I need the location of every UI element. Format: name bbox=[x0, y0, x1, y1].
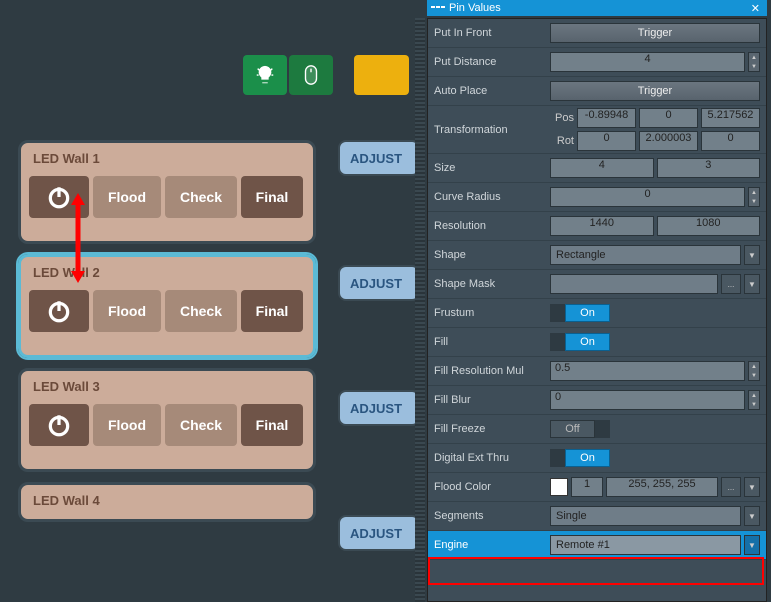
wall-card-2[interactable]: LED Wall 2 Flood Check Final bbox=[18, 254, 316, 358]
fill-blur-input[interactable]: 0 bbox=[550, 390, 745, 410]
power-button[interactable] bbox=[29, 176, 89, 218]
put-in-front-trigger[interactable]: Trigger bbox=[550, 23, 760, 43]
adjust-button-1[interactable]: ADJUST bbox=[338, 140, 420, 176]
power-icon bbox=[46, 298, 72, 324]
check-button[interactable]: Check bbox=[165, 404, 237, 446]
row-auto-place: Auto Place Trigger bbox=[428, 77, 766, 106]
res-w-input[interactable]: 1440 bbox=[550, 216, 654, 236]
row-put-in-front: Put In Front Trigger bbox=[428, 19, 766, 48]
row-size: Size 4 3 bbox=[428, 154, 766, 183]
row-segments: Segments Single ▼ bbox=[428, 502, 766, 531]
fill-toggle[interactable]: On bbox=[550, 333, 610, 351]
flood-button[interactable]: Flood bbox=[93, 176, 161, 218]
curve-radius-input[interactable]: 0 bbox=[550, 187, 745, 207]
yellow-tool-button[interactable] bbox=[354, 55, 409, 95]
pos-y-input[interactable]: 0 bbox=[639, 108, 698, 128]
rot-x-input[interactable]: 0 bbox=[577, 131, 636, 151]
rot-y-input[interactable]: 2.000003 bbox=[639, 131, 698, 151]
row-fill-freeze: Fill Freeze Off bbox=[428, 415, 766, 444]
power-icon bbox=[46, 184, 72, 210]
row-transformation: Transformation Pos -0.89948 0 5.217562 R… bbox=[428, 106, 766, 154]
chevron-down-icon[interactable]: ▼ bbox=[744, 477, 760, 497]
close-icon[interactable]: ✕ bbox=[748, 2, 763, 15]
panel-titlebar[interactable]: Pin Values ✕ bbox=[427, 0, 767, 16]
check-button[interactable]: Check bbox=[165, 290, 237, 332]
panel-resize-handle[interactable] bbox=[415, 18, 425, 602]
wall-title: LED Wall 1 bbox=[33, 151, 305, 166]
mouse-icon bbox=[300, 64, 322, 86]
put-distance-input[interactable]: 4 bbox=[550, 52, 745, 72]
more-button[interactable]: ... bbox=[721, 274, 741, 294]
row-shape: Shape Rectangle ▼ bbox=[428, 241, 766, 270]
frustum-toggle[interactable]: On bbox=[550, 304, 610, 322]
shape-mask-select[interactable] bbox=[550, 274, 718, 294]
flood-button[interactable]: Flood bbox=[93, 290, 161, 332]
size-h-input[interactable]: 3 bbox=[657, 158, 761, 178]
engine-select[interactable]: Remote #1 bbox=[550, 535, 741, 555]
row-fill: Fill On bbox=[428, 328, 766, 357]
left-panel: LED Wall 1 Flood Check Final ADJUST LED … bbox=[0, 0, 420, 602]
shape-select[interactable]: Rectangle bbox=[550, 245, 741, 265]
row-frustum: Frustum On bbox=[428, 299, 766, 328]
spinner[interactable]: ▲▼ bbox=[748, 187, 760, 207]
flood-color-alpha[interactable]: 1 bbox=[571, 477, 603, 497]
more-button[interactable]: ... bbox=[721, 477, 741, 497]
light-tool-button[interactable] bbox=[243, 55, 287, 95]
chevron-down-icon[interactable]: ▼ bbox=[744, 245, 760, 265]
adjust-button-2[interactable]: ADJUST bbox=[338, 265, 420, 301]
fill-res-mul-input[interactable]: 0.5 bbox=[550, 361, 745, 381]
power-icon bbox=[46, 412, 72, 438]
color-swatch[interactable] bbox=[550, 478, 568, 496]
power-button[interactable] bbox=[29, 290, 89, 332]
properties-panel: Put In Front Trigger Put Distance 4 ▲▼ A… bbox=[427, 18, 767, 602]
mouse-tool-button[interactable] bbox=[289, 55, 333, 95]
pos-x-input[interactable]: -0.89948 bbox=[577, 108, 636, 128]
chevron-down-icon[interactable]: ▼ bbox=[744, 274, 760, 294]
final-button[interactable]: Final bbox=[241, 290, 303, 332]
panel-title-text: Pin Values bbox=[449, 2, 501, 14]
spinner[interactable]: ▲▼ bbox=[748, 361, 760, 381]
row-engine: Engine Remote #1 ▼ bbox=[428, 531, 766, 560]
wall-title: LED Wall 3 bbox=[33, 379, 305, 394]
pos-z-input[interactable]: 5.217562 bbox=[701, 108, 760, 128]
adjust-button-3[interactable]: ADJUST bbox=[338, 390, 420, 426]
toolbar bbox=[243, 55, 333, 95]
flood-color-rgb[interactable]: 255, 255, 255 bbox=[606, 477, 718, 497]
row-shape-mask: Shape Mask ... ▼ bbox=[428, 270, 766, 299]
wall-card-1[interactable]: LED Wall 1 Flood Check Final bbox=[18, 140, 316, 244]
segments-select[interactable]: Single bbox=[550, 506, 741, 526]
spinner[interactable]: ▲▼ bbox=[748, 390, 760, 410]
row-flood-color: Flood Color 1 255, 255, 255 ... ▼ bbox=[428, 473, 766, 502]
wall-card-3[interactable]: LED Wall 3 Flood Check Final bbox=[18, 368, 316, 472]
size-w-input[interactable]: 4 bbox=[550, 158, 654, 178]
final-button[interactable]: Final bbox=[241, 176, 303, 218]
wall-title: LED Wall 4 bbox=[33, 493, 305, 508]
row-digital-ext-thru: Digital Ext Thru On bbox=[428, 444, 766, 473]
res-h-input[interactable]: 1080 bbox=[657, 216, 761, 236]
auto-place-trigger[interactable]: Trigger bbox=[550, 81, 760, 101]
rot-z-input[interactable]: 0 bbox=[701, 131, 760, 151]
panel-icon bbox=[431, 2, 445, 14]
flood-button[interactable]: Flood bbox=[93, 404, 161, 446]
adjust-button-4[interactable]: ADJUST bbox=[338, 515, 420, 551]
digital-ext-thru-toggle[interactable]: On bbox=[550, 449, 610, 467]
lightbulb-icon bbox=[254, 64, 276, 86]
check-button[interactable]: Check bbox=[165, 176, 237, 218]
power-button[interactable] bbox=[29, 404, 89, 446]
row-curve-radius: Curve Radius 0 ▲▼ bbox=[428, 183, 766, 212]
row-resolution: Resolution 1440 1080 bbox=[428, 212, 766, 241]
chevron-down-icon[interactable]: ▼ bbox=[744, 535, 760, 555]
row-put-distance: Put Distance 4 ▲▼ bbox=[428, 48, 766, 77]
wall-card-4[interactable]: LED Wall 4 bbox=[18, 482, 316, 522]
row-fill-blur: Fill Blur 0 ▲▼ bbox=[428, 386, 766, 415]
wall-title: LED Wall 2 bbox=[33, 265, 305, 280]
fill-freeze-toggle[interactable]: Off bbox=[550, 420, 610, 438]
final-button[interactable]: Final bbox=[241, 404, 303, 446]
spinner[interactable]: ▲▼ bbox=[748, 52, 760, 72]
chevron-down-icon[interactable]: ▼ bbox=[744, 506, 760, 526]
row-fill-res-mul: Fill Resolution Mul 0.5 ▲▼ bbox=[428, 357, 766, 386]
